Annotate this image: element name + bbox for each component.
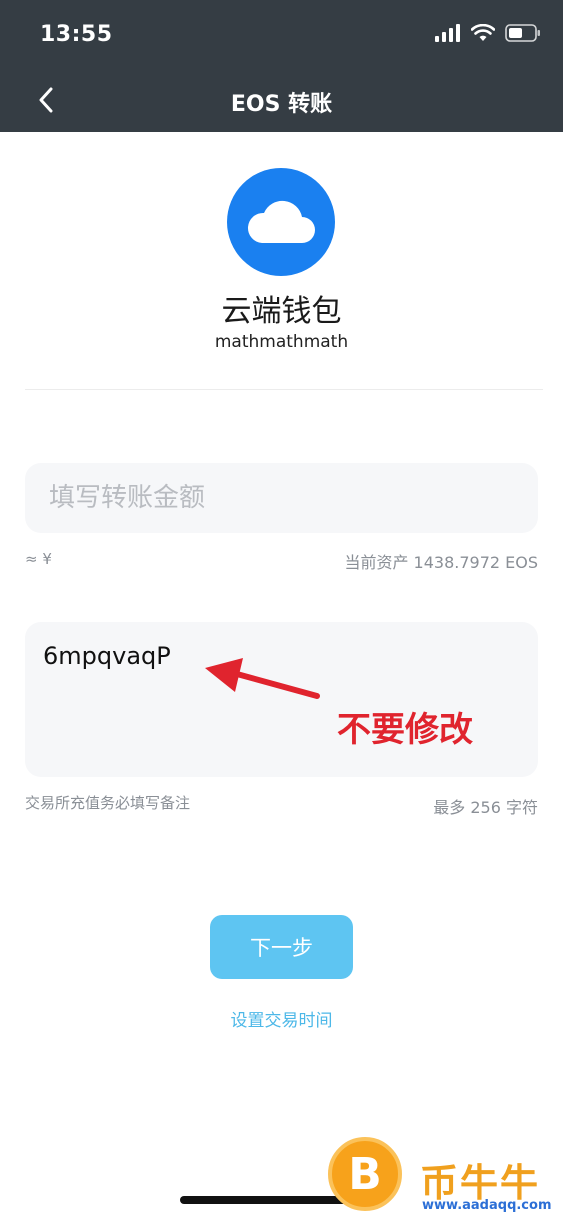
annotation-arrow-icon bbox=[205, 658, 320, 699]
status-icons bbox=[435, 24, 541, 42]
memo-limit: 最多 256 字符 bbox=[433, 798, 538, 817]
watermark-coin-icon: B bbox=[328, 1137, 402, 1211]
memo-input[interactable]: 6mpqvaqP 不要修改 bbox=[25, 622, 538, 777]
watermark-coin-symbol: B bbox=[348, 1148, 382, 1200]
amount-input[interactable] bbox=[25, 463, 538, 533]
status-time: 13:55 bbox=[40, 22, 113, 47]
nav-bar: EOS 转账 bbox=[0, 70, 563, 132]
status-bar: 13:55 bbox=[0, 0, 563, 70]
next-button[interactable]: 下一步 bbox=[210, 915, 353, 979]
memo-hint: 交易所充值务必填写备注 bbox=[25, 794, 191, 812]
battery-icon bbox=[505, 24, 540, 42]
wifi-icon bbox=[471, 24, 495, 41]
wallet-avatar bbox=[227, 168, 335, 276]
wallet-name: 云端钱包 bbox=[221, 294, 342, 329]
divider bbox=[25, 389, 543, 390]
header: 13:55 EOS 转账 bbox=[0, 0, 563, 132]
fiat-approx-value: ≈ ¥ bbox=[25, 550, 52, 568]
balance-info: 当前资产 1438.7972 EOS bbox=[344, 553, 538, 572]
watermark-url: www.aadaqq.com bbox=[422, 1198, 552, 1213]
page-title: EOS 转账 bbox=[230, 92, 333, 117]
signal-icon bbox=[435, 24, 460, 42]
cloud-icon bbox=[247, 200, 315, 243]
annotation-text: 不要修改 bbox=[337, 710, 473, 750]
set-time-link[interactable]: 设置交易时间 bbox=[0, 1006, 563, 1031]
wallet-account: mathmathmath bbox=[214, 332, 349, 352]
